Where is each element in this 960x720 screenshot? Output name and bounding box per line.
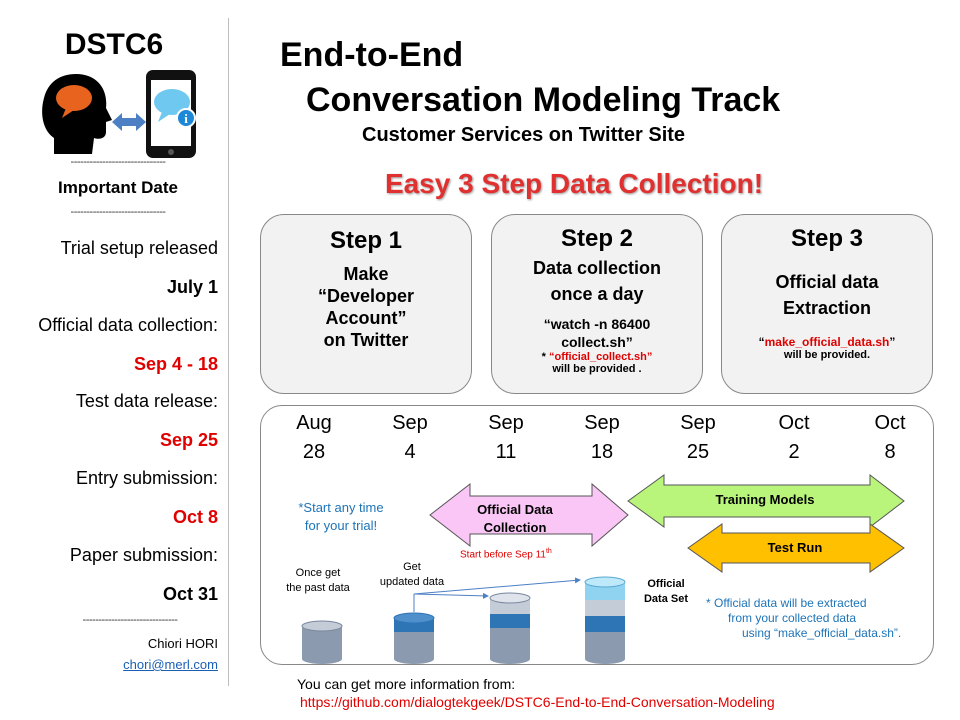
step2-box: Step 2 Data collection once a day “watch… xyxy=(491,214,703,394)
step-title: Step 1 xyxy=(329,227,403,254)
schedule-date: July 1 xyxy=(166,277,218,297)
timeline-month: Sep xyxy=(488,412,524,434)
timeline-month: Sep xyxy=(392,412,428,434)
sidebar-divider: ------------------------------ xyxy=(70,156,166,168)
database-icon xyxy=(584,576,626,664)
timeline-day: 8 xyxy=(884,441,896,463)
step-title: Step 3 xyxy=(790,225,864,252)
author-name: Chiori HORI xyxy=(147,636,218,651)
database-icon xyxy=(301,620,343,664)
schedule-label: Paper submission: xyxy=(69,545,218,565)
schedule-date: Sep 25 xyxy=(159,430,218,450)
double-arrow-icon xyxy=(112,113,146,131)
timeline-day: 4 xyxy=(404,441,416,463)
head-with-speech-icon xyxy=(42,74,112,154)
logo-title: DSTC6 xyxy=(64,28,164,61)
sidebar-divider: ------------------------------ xyxy=(70,206,166,218)
schedule-date: Oct 8 xyxy=(172,507,218,527)
step-script-name: “official_collect.sh” xyxy=(549,351,653,363)
timeline-month: Oct xyxy=(778,412,810,434)
svg-text:i: i xyxy=(184,111,188,126)
step-text: Official data xyxy=(775,272,879,292)
important-date-heading: Important Date xyxy=(58,178,178,197)
page-title-line1: End-to-End xyxy=(280,36,464,74)
sidebar-divider: ------------------------------ xyxy=(82,614,178,626)
training-label: Training Models xyxy=(715,492,815,507)
step-note: will be provided. xyxy=(783,349,871,361)
schedule-label: Test data release: xyxy=(75,391,218,411)
timeline-day: 25 xyxy=(686,441,710,463)
timeline-month: Aug xyxy=(296,412,332,434)
database-icon xyxy=(393,612,435,664)
logo-graphic: i xyxy=(42,70,196,158)
step-text: Extraction xyxy=(782,298,872,318)
step-text: “Developer xyxy=(317,286,415,306)
collection-label: Official Data Collection xyxy=(477,502,553,535)
collection-note: Start before Sep 11th xyxy=(460,548,552,561)
schedule-label: Trial setup released xyxy=(60,238,218,258)
test-run-label: Test Run xyxy=(767,540,823,555)
database-growth xyxy=(301,576,626,664)
step1-box: Step 1 Make “Developer Account” on Twitt… xyxy=(260,214,472,394)
tagline: Easy 3 Step Data Collection! xyxy=(384,168,764,199)
timeline-month: Sep xyxy=(584,412,620,434)
step-command: “watch -n 86400 xyxy=(543,316,651,332)
extract-note: * Official data will be extracted from y… xyxy=(706,596,902,640)
page-subtitle: Customer Services on Twitter Site xyxy=(362,124,686,146)
timeline-day: 11 xyxy=(495,441,517,463)
timeline-day: 2 xyxy=(788,441,800,463)
timeline-month: Sep xyxy=(680,412,716,434)
page-title-line2: Conversation Modeling Track xyxy=(306,81,781,119)
timeline-day: 28 xyxy=(302,441,326,463)
step-text: Make xyxy=(343,264,389,284)
start-note: *Start any time for your trial! xyxy=(298,500,384,533)
schedule-label: Entry submission: xyxy=(75,468,218,488)
step-script-name: make_official_data.sh xyxy=(764,335,890,349)
timeline-day: 18 xyxy=(590,441,614,463)
schedule-date: Sep 4 - 18 xyxy=(133,354,218,374)
step-note: will be provided . xyxy=(552,363,642,375)
database-icon xyxy=(489,592,531,664)
step-text: Data collection xyxy=(532,258,662,278)
schedule-date: Oct 31 xyxy=(162,584,218,604)
step3-box: Step 3 Official data Extraction “make_of… xyxy=(721,214,933,394)
author-email-link[interactable]: chori@merl.com xyxy=(123,657,218,672)
step-title: Step 2 xyxy=(560,225,634,252)
step-text: Account” xyxy=(325,308,407,328)
step-command: collect.sh” xyxy=(561,334,633,350)
schedule-label: Official data collection: xyxy=(38,315,218,335)
step-text: once a day xyxy=(550,284,644,304)
sidebar-separator xyxy=(228,18,229,686)
step-text: on Twitter xyxy=(323,330,409,350)
smartphone-info-icon: i xyxy=(146,70,196,158)
timeline-month: Oct xyxy=(874,412,906,434)
footer-info-text: You can get more information from: xyxy=(297,676,516,692)
footer-github-link[interactable]: https://github.com/dialogtekgeek/DSTC6-E… xyxy=(300,694,775,710)
